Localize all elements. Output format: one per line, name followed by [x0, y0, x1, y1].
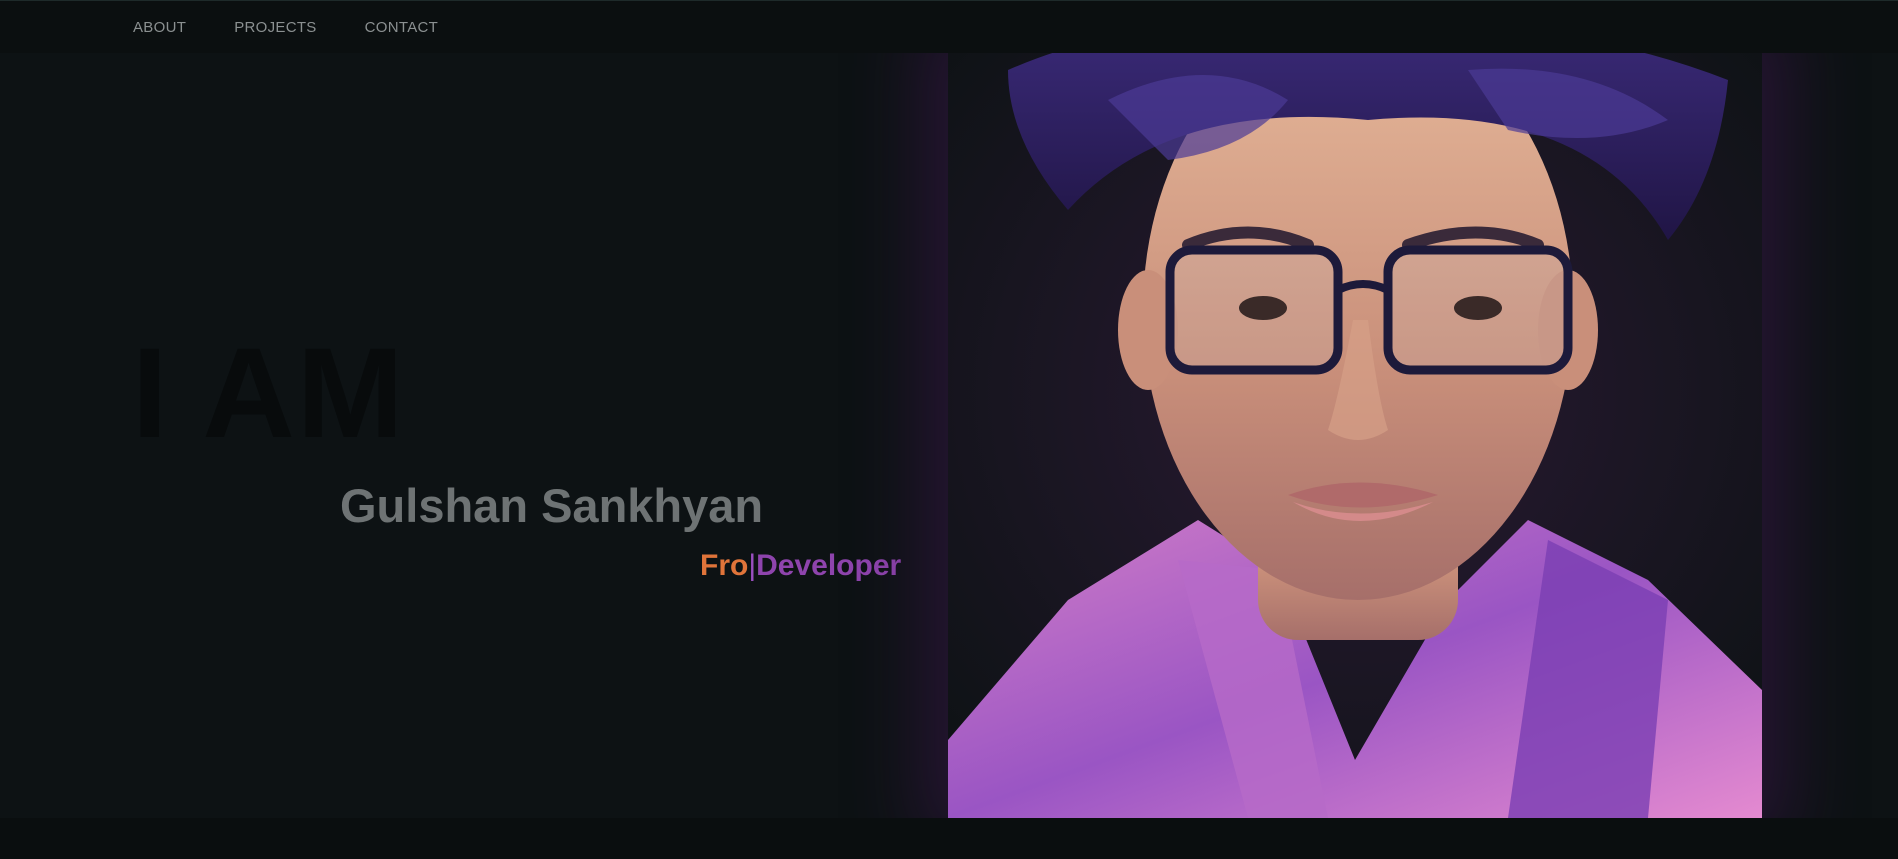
hero-role: Fro|Developer — [700, 551, 901, 581]
navbar: ABOUT PROJECTS CONTACT — [0, 0, 1898, 53]
portrait-image — [948, 40, 1762, 818]
page: ABOUT PROJECTS CONTACT I AM Gulshan Sank… — [0, 0, 1898, 859]
nav-link-about[interactable]: ABOUT — [133, 19, 186, 36]
nav-link-contact[interactable]: CONTACT — [365, 19, 438, 36]
nav-links: ABOUT PROJECTS CONTACT — [133, 19, 438, 36]
role-typed-text: Fro — [700, 549, 749, 582]
footer-band — [0, 818, 1898, 859]
nav-link-projects[interactable]: PROJECTS — [234, 19, 316, 36]
hero-name: Gulshan Sankhyan — [340, 479, 764, 532]
typing-cursor: | — [748, 549, 757, 582]
role-suffix: Developer — [756, 549, 902, 582]
intro-heading: I AM — [132, 322, 406, 465]
